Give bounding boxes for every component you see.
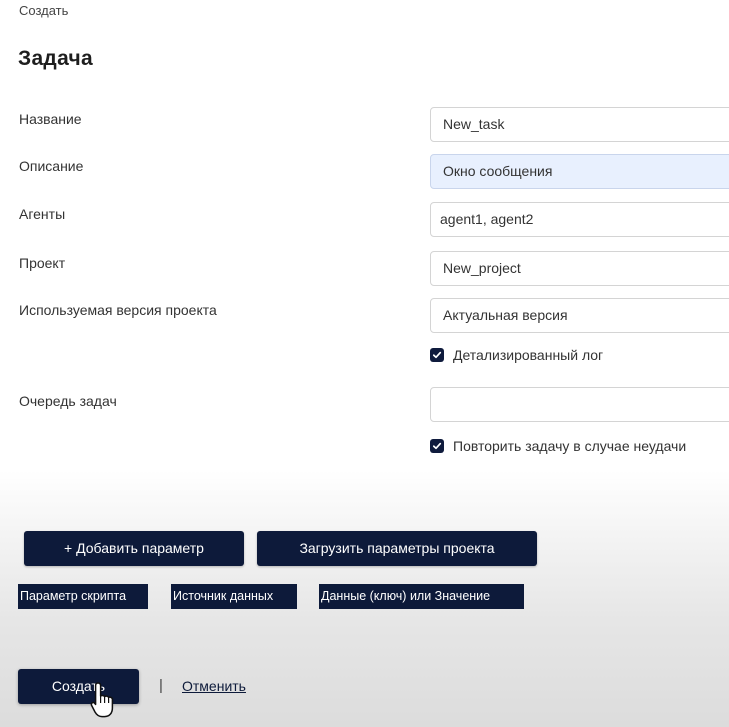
project-version-select[interactable]: Актуальная версия [430, 298, 729, 333]
load-project-parameters-button[interactable]: Загрузить параметры проекта [257, 531, 537, 566]
detailed-log-checkbox-row[interactable]: Детализированный лог [430, 345, 603, 365]
agents-field[interactable]: agent1, agent2 [430, 202, 729, 237]
add-parameter-button[interactable]: + Добавить параметр [24, 531, 244, 566]
create-button[interactable]: Создать [18, 669, 139, 704]
column-header-data-source: Источник данных [171, 584, 297, 609]
detailed-log-label: Детализированный лог [453, 347, 604, 363]
agents-label: Агенты [19, 206, 66, 222]
project-field[interactable]: New_project [430, 251, 729, 286]
page-title: Задача [18, 47, 93, 70]
task-queue-label: Очередь задач [19, 393, 117, 409]
description-field[interactable]: Окно сообщения [430, 154, 729, 189]
check-icon[interactable] [430, 439, 444, 453]
cancel-link[interactable]: Отменить [182, 678, 246, 694]
project-version-label: Используемая версия проекта [19, 302, 217, 318]
name-label: Название [19, 111, 82, 127]
check-icon[interactable] [430, 348, 444, 362]
breadcrumb[interactable]: Создать [19, 3, 68, 18]
column-header-data-key-or-value: Данные (ключ) или Значение [319, 584, 524, 609]
retry-checkbox-row[interactable]: Повторить задачу в случае неудачи [430, 436, 686, 456]
description-label: Описание [19, 158, 84, 174]
retry-label: Повторить задачу в случае неудачи [453, 438, 687, 454]
action-separator: | [159, 677, 163, 694]
project-label: Проект [19, 255, 66, 271]
name-field[interactable]: New_task [430, 107, 729, 142]
task-queue-field[interactable] [430, 387, 729, 422]
column-header-script-parameter: Параметр скрипта [18, 584, 148, 609]
hand-pointer-icon [90, 682, 114, 718]
